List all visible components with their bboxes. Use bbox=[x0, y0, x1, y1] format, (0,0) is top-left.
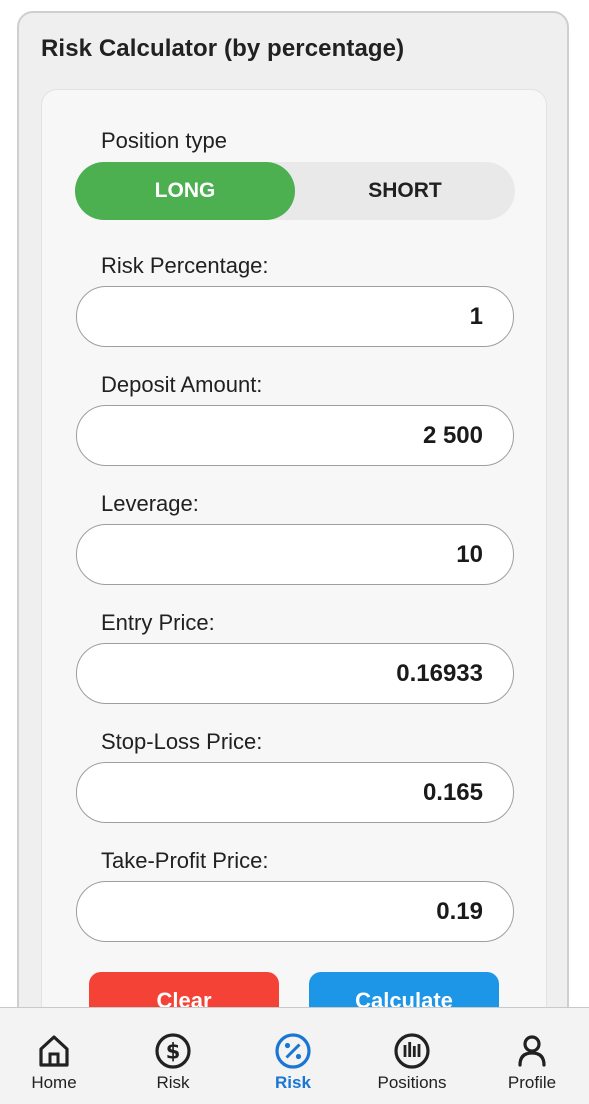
risk-percentage-input[interactable]: 1 bbox=[76, 286, 514, 347]
nav-label-profile: Profile bbox=[507, 1073, 557, 1092]
position-type-label: Position type bbox=[101, 128, 227, 153]
nav-label-home: Home bbox=[31, 1073, 77, 1092]
screen: Risk Calculator (by percentage) Position… bbox=[0, 0, 589, 1104]
entry-price-input[interactable]: 0.16933 bbox=[76, 643, 514, 704]
dollar-circle-icon: $ bbox=[155, 1033, 191, 1069]
deposit-amount-input[interactable]: 2 500 bbox=[76, 405, 514, 466]
positions-chart-icon bbox=[394, 1033, 430, 1069]
long-toggle-button[interactable]: LONG bbox=[75, 162, 295, 220]
position-type-toggle: LONG SHORT bbox=[75, 162, 515, 220]
person-icon bbox=[518, 1035, 546, 1067]
svg-text:$: $ bbox=[166, 1040, 181, 1064]
stop-loss-price-input[interactable]: 0.165 bbox=[76, 762, 514, 823]
nav-label-risk-dollar: Risk bbox=[156, 1073, 190, 1092]
nav-label-positions: Positions bbox=[377, 1073, 447, 1092]
nav-item-positions[interactable]: Positions bbox=[362, 1008, 462, 1104]
nav-label-risk-percent: Risk bbox=[275, 1073, 311, 1092]
entry-price-label: Entry Price: bbox=[101, 610, 215, 635]
bottom-navigation: Home $ Risk Risk Positions Profile bbox=[0, 1007, 589, 1104]
stop-loss-price-label: Stop-Loss Price: bbox=[101, 729, 263, 754]
take-profit-price-input[interactable]: 0.19 bbox=[76, 881, 514, 942]
take-profit-price-label: Take-Profit Price: bbox=[101, 848, 269, 873]
short-toggle-button[interactable]: SHORT bbox=[295, 162, 515, 220]
risk-calculator-card: Risk Calculator (by percentage) Position… bbox=[17, 11, 569, 1104]
leverage-label: Leverage: bbox=[101, 491, 199, 516]
risk-percentage-label: Risk Percentage: bbox=[101, 253, 269, 278]
nav-item-risk-percent[interactable]: Risk bbox=[243, 1008, 343, 1104]
nav-item-profile[interactable]: Profile bbox=[482, 1008, 582, 1104]
home-icon bbox=[39, 1035, 69, 1067]
leverage-input[interactable]: 10 bbox=[76, 524, 514, 585]
deposit-amount-label: Deposit Amount: bbox=[101, 372, 263, 397]
card-title: Risk Calculator (by percentage) bbox=[41, 35, 405, 62]
calculator-form: Position type LONG SHORT Risk Percentage… bbox=[41, 89, 547, 1104]
nav-item-risk-dollar[interactable]: $ Risk bbox=[123, 1008, 223, 1104]
nav-item-home[interactable]: Home bbox=[4, 1008, 104, 1104]
percent-circle-icon bbox=[275, 1033, 311, 1069]
